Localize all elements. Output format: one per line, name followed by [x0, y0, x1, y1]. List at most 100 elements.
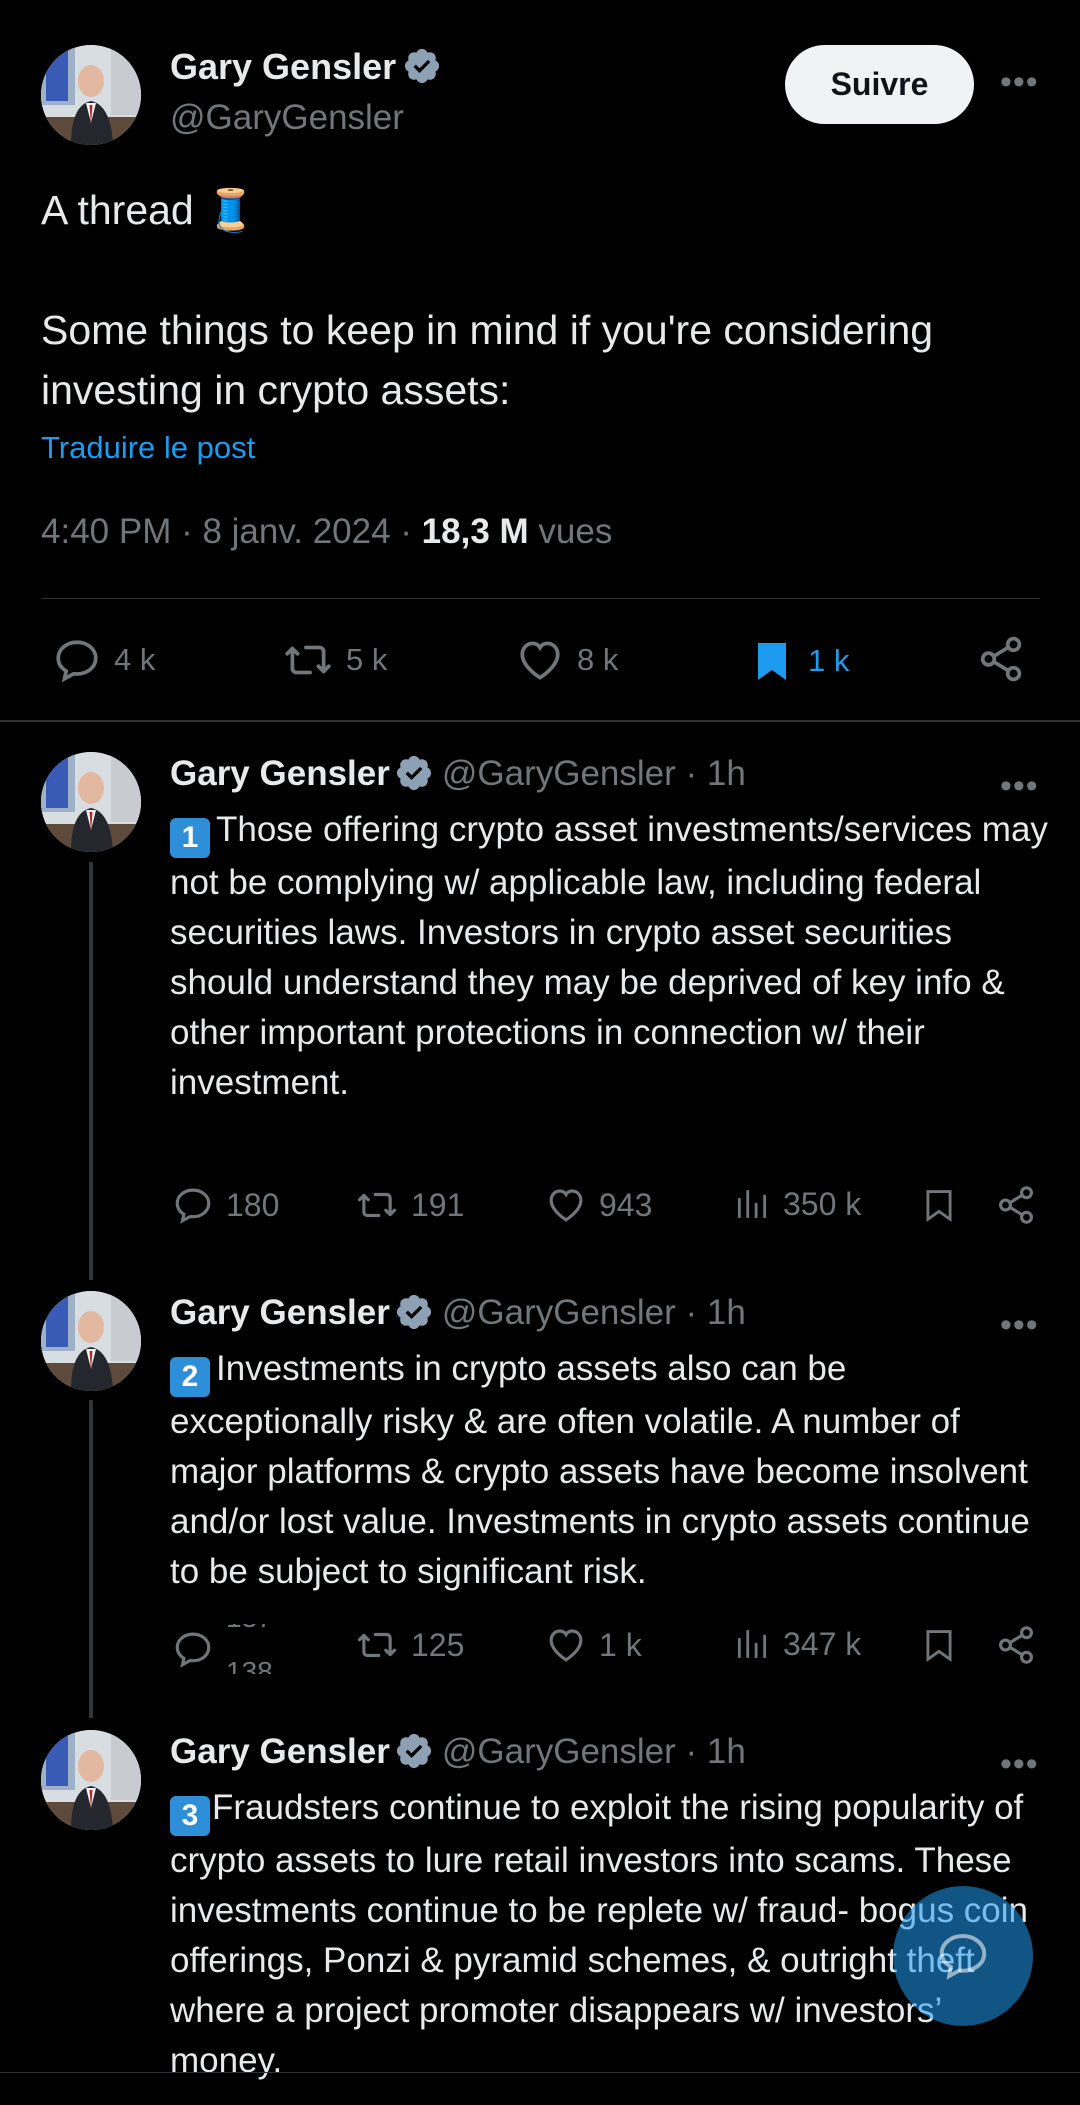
repost-icon [355, 1624, 399, 1666]
bookmark-icon [920, 1184, 958, 1226]
post-text-paragraph: Some things to keep in mind if you're co… [41, 307, 934, 413]
reply-text: 1 Those offering crypto asset investments… [170, 805, 1050, 1108]
author-name-row[interactable]: Gary Gensler [170, 46, 442, 88]
reply-button[interactable]: 137 138 [172, 1624, 286, 1674]
avatar-image [41, 1291, 141, 1391]
translate-link[interactable]: Traduire le post [41, 430, 255, 466]
more-icon[interactable]: ••• [1000, 1747, 1039, 1781]
post-actions: 4 k 5 k 8 k 1 k [0, 630, 1080, 690]
reply-author-handle[interactable]: @GaryGensler · 1h [442, 754, 746, 793]
views-icon [733, 1184, 771, 1224]
section-divider [0, 720, 1080, 722]
repost-count: 125 [411, 1626, 465, 1663]
reply-author-name[interactable]: Gary Gensler [170, 1732, 390, 1771]
avatar-image [41, 752, 141, 852]
bookmark-count: 1 k [808, 643, 850, 678]
verified-badge-icon [394, 1731, 434, 1771]
reply-author-handle[interactable]: @GaryGensler · 1h [442, 1293, 746, 1332]
like-count: 1 k [599, 1626, 642, 1663]
reply-count-new: 138 [226, 1656, 273, 1674]
reply-text-body: Investments in crypto assets also can be… [170, 1349, 1030, 1591]
repost-icon [355, 1184, 399, 1226]
author-avatar[interactable] [41, 45, 141, 145]
reply-header: Gary Gensler @GaryGensler · 1h [170, 1293, 746, 1333]
repost-count: 191 [411, 1186, 465, 1223]
views-label: vues [528, 512, 613, 551]
more-icon[interactable]: ••• [1000, 1308, 1039, 1342]
reply-count: 4 k [114, 642, 156, 677]
share-icon [995, 1184, 1037, 1226]
verified-badge-icon [394, 1292, 434, 1332]
bookmark-button[interactable]: 1 k [748, 635, 849, 687]
views-count: 347 k [783, 1625, 862, 1662]
repost-button[interactable]: 191 [355, 1184, 464, 1226]
timestamp[interactable]: 4:40 PM · 8 janv. 2024 · [41, 512, 422, 551]
compose-button[interactable] [893, 1886, 1033, 2026]
like-count: 943 [599, 1186, 653, 1223]
reply-author-name[interactable]: Gary Gensler [170, 754, 390, 793]
bookmark-icon [920, 1624, 958, 1666]
author-name[interactable]: Gary Gensler [170, 46, 396, 87]
like-icon [545, 1624, 587, 1666]
views-count: 350 k [783, 1185, 862, 1222]
avatar-image [41, 45, 141, 145]
more-icon[interactable]: ••• [1000, 769, 1039, 803]
post-meta: 4:40 PM · 8 janv. 2024 · 18,3 M vues [41, 512, 612, 552]
post-text: A thread 🧵 Some things to keep in mind i… [41, 180, 1041, 420]
reply-button[interactable]: 180 [172, 1184, 279, 1226]
reply-actions: 137 138 125 1 k 347 k [0, 1624, 1080, 1674]
author-handle[interactable]: @GaryGensler [170, 98, 404, 138]
keycap-emoji: 3 [170, 1796, 210, 1836]
bottom-bar-divider [0, 2072, 1080, 2073]
bookmark-button[interactable] [920, 1624, 958, 1666]
share-button[interactable] [976, 634, 1026, 684]
reply-avatar[interactable] [41, 1730, 141, 1830]
divider [41, 598, 1040, 599]
reply-author-handle[interactable]: @GaryGensler · 1h [442, 1732, 746, 1771]
views-icon [733, 1624, 771, 1664]
share-icon [976, 634, 1026, 684]
reply-author-name[interactable]: Gary Gensler [170, 1293, 390, 1332]
share-icon [995, 1624, 1037, 1666]
compose-icon [939, 1933, 987, 1980]
avatar-image [41, 1730, 141, 1830]
reply-count: 180 [226, 1186, 280, 1223]
like-button[interactable]: 1 k [545, 1624, 642, 1666]
keycap-emoji: 1 [170, 818, 210, 858]
reply-actions: 180 191 943 350 k [0, 1184, 1080, 1234]
views-button[interactable]: 347 k [733, 1624, 861, 1664]
bookmark-icon [748, 635, 796, 687]
reply-text: 2 Investments in crypto assets also can b… [170, 1344, 1050, 1597]
repost-icon [282, 635, 334, 685]
more-icon[interactable]: ••• [1000, 65, 1039, 99]
reply-icon [172, 1628, 214, 1670]
repost-button[interactable]: 5 k [282, 635, 387, 685]
views-button[interactable]: 350 k [733, 1184, 861, 1224]
reply-avatar[interactable] [41, 1291, 141, 1391]
repost-count: 5 k [346, 642, 388, 677]
reply-icon [172, 1184, 214, 1226]
bookmark-button[interactable] [920, 1184, 958, 1226]
reply-header: Gary Gensler @GaryGensler · 1h [170, 754, 746, 794]
verified-badge-icon [402, 46, 442, 86]
like-icon [545, 1184, 587, 1226]
like-icon [515, 635, 565, 685]
like-button[interactable]: 8 k [515, 635, 618, 685]
follow-button[interactable]: Suivre [785, 45, 974, 124]
reply-icon [52, 635, 102, 685]
like-button[interactable]: 943 [545, 1184, 652, 1226]
repost-button[interactable]: 125 [355, 1624, 464, 1666]
share-button[interactable] [995, 1184, 1037, 1226]
reply-count-old: 137 [226, 1624, 273, 1634]
keycap-emoji: 2 [170, 1357, 210, 1397]
reply-count-rolling: 137 138 [226, 1624, 286, 1674]
reply-button[interactable]: 4 k [52, 635, 155, 685]
like-count: 8 k [577, 642, 619, 677]
post-text-line: A thread 🧵 [41, 187, 257, 233]
reply-text-body: Those offering crypto asset investments/… [170, 810, 1048, 1102]
reply-avatar[interactable] [41, 752, 141, 852]
views-count: 18,3 M [421, 512, 529, 551]
verified-badge-icon [394, 753, 434, 793]
reply-header: Gary Gensler @GaryGensler · 1h [170, 1732, 746, 1772]
share-button[interactable] [995, 1624, 1037, 1666]
